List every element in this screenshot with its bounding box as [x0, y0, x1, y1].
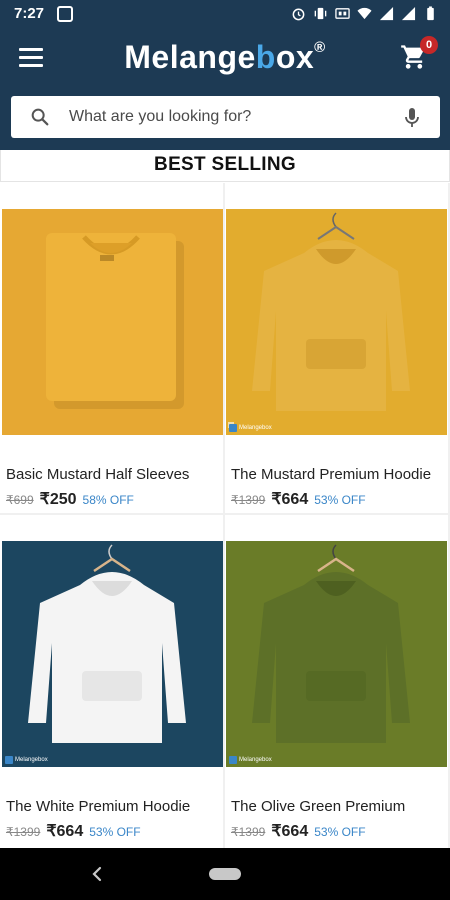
logo-text-end: ox — [275, 39, 315, 75]
product-price: ₹664 — [46, 823, 84, 840]
status-time: 7:27 — [14, 5, 45, 22]
product-discount: 53% OFF — [314, 825, 366, 839]
image-watermark: Melangebox — [5, 756, 48, 764]
back-icon[interactable] — [90, 865, 104, 883]
product-prices: ₹1399 ₹664 53% OFF — [6, 821, 141, 841]
cart-count-badge: 0 — [420, 36, 438, 54]
logo-text-accent: b — [255, 39, 276, 75]
status-bar: 7:27 — [0, 0, 450, 28]
watermark-text: Melangebox — [239, 425, 272, 431]
section-title: BEST SELLING — [154, 154, 296, 175]
search-bar[interactable] — [11, 96, 440, 138]
brand-logo[interactable]: Melangebox® — [0, 39, 450, 76]
product-price: ₹664 — [271, 491, 309, 508]
app-header: Melangebox® 0 — [0, 28, 450, 150]
watermark-text: Melangebox — [239, 757, 272, 763]
alarm-icon — [292, 8, 305, 21]
product-image — [2, 209, 223, 435]
watermark-logo-icon — [229, 756, 237, 764]
product-mrp: ₹1399 — [231, 825, 266, 839]
product-card[interactable]: Melangebox The Olive Green Premium ₹1399… — [225, 515, 448, 848]
section-header: BEST SELLING — [0, 150, 450, 182]
product-prices: ₹1399 ₹664 53% OFF — [231, 821, 366, 841]
search-icon — [31, 108, 49, 126]
product-image: Melangebox — [2, 541, 223, 767]
product-image: Melangebox — [226, 541, 447, 767]
system-nav-bar — [0, 848, 450, 900]
cart-button[interactable]: 0 — [400, 36, 438, 72]
watermark-logo-icon — [5, 756, 13, 764]
product-card[interactable]: Basic Mustard Half Sleeves ₹699 ₹250 58%… — [0, 183, 223, 513]
product-mrp: ₹1399 — [6, 825, 41, 839]
product-discount: 58% OFF — [82, 493, 134, 507]
watermark-text: Melangebox — [15, 757, 48, 763]
battery-icon — [427, 6, 434, 21]
product-name: Basic Mustard Half Sleeves — [6, 466, 190, 483]
product-price: ₹250 — [39, 491, 77, 508]
hoodie-image — [2, 541, 223, 767]
product-price: ₹664 — [271, 823, 309, 840]
product-mrp: ₹699 — [6, 493, 34, 507]
product-mrp: ₹1399 — [231, 493, 266, 507]
home-pill-button[interactable] — [209, 868, 241, 880]
registered-mark: ® — [314, 39, 326, 56]
data-saver-icon — [335, 8, 350, 19]
logo-text-main: Melange — [124, 39, 256, 75]
image-watermark: Melangebox — [229, 424, 272, 432]
product-name: The Mustard Premium Hoodie — [231, 466, 432, 483]
tshirt-image — [2, 209, 223, 435]
product-discount: 53% OFF — [314, 493, 366, 507]
product-card[interactable]: Melangebox The White Premium Hoodie ₹139… — [0, 515, 223, 848]
product-image: Melangebox — [226, 209, 447, 435]
vibrate-icon — [314, 7, 327, 20]
image-watermark: Melangebox — [229, 756, 272, 764]
watermark-logo-icon — [229, 424, 237, 432]
hoodie-image — [226, 209, 447, 435]
wifi-icon — [357, 7, 372, 20]
signal-icon — [401, 6, 416, 21]
microphone-icon[interactable] — [404, 107, 420, 129]
product-prices: ₹1399 ₹664 53% OFF — [231, 489, 366, 509]
search-input[interactable] — [69, 96, 389, 138]
hoodie-image — [226, 541, 447, 767]
product-name: The White Premium Hoodie — [6, 798, 191, 815]
signal-icon — [379, 6, 394, 21]
product-discount: 53% OFF — [89, 825, 141, 839]
notification-app-icon — [57, 6, 73, 22]
product-name: The Olive Green Premium — [231, 798, 406, 815]
product-card[interactable]: Melangebox The Mustard Premium Hoodie ₹1… — [225, 183, 448, 513]
product-grid: Basic Mustard Half Sleeves ₹699 ₹250 58%… — [0, 183, 450, 848]
status-icons — [291, 6, 438, 21]
product-prices: ₹699 ₹250 58% OFF — [6, 489, 134, 509]
